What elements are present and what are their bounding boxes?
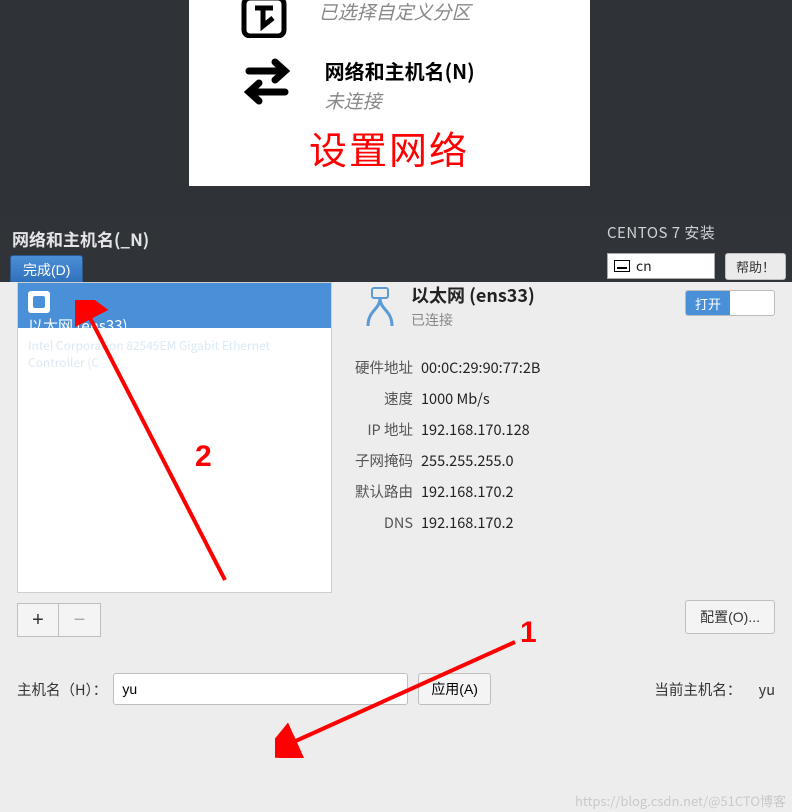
network-option-title: 网络和主机名(N) [325, 56, 475, 85]
top-dark-region: 已选择自定义分区 网络和主机名(N) 未连接 设置网络 [0, 0, 792, 214]
hostname-row: 主机名（H）： 应用(A) 当前主机名： yu [17, 673, 775, 705]
detail-column: 以太网 (ens33) 已连接 打开 硬件地址 00:0C:29:90:77:2B… [353, 282, 775, 543]
toggle-handle [730, 291, 774, 315]
hostname-label: 主机名（H）： [17, 679, 107, 700]
device-item-ens33[interactable]: 以太网 (ens33) Intel Corporation 82545EM Gi… [18, 283, 331, 328]
ethernet-port-icon [353, 286, 407, 335]
hw-addr-value: 00:0C:29:90:77:2B [421, 357, 540, 378]
keyboard-icon [614, 260, 630, 272]
gateway-value: 192.168.170.2 [421, 481, 514, 502]
network-info: 硬件地址 00:0C:29:90:77:2B 速度 1000 Mb/s IP 地址 1… [353, 357, 775, 533]
mask-value: 255.255.255.0 [421, 450, 514, 471]
device-column: 以太网 (ens33) Intel Corporation 82545EM Gi… [17, 282, 332, 637]
network-option[interactable]: 网络和主机名(N) 未连接 [239, 56, 475, 114]
device-name: 以太网 (ens33) [28, 315, 288, 336]
device-description: Intel Corporation 82545EM Gigabit Ethern… [28, 337, 288, 371]
connection-toggle[interactable]: 打开 [685, 290, 775, 316]
toggle-on-label: 打开 [686, 291, 730, 315]
partition-option[interactable]: 已选择自定义分区 [239, 0, 471, 43]
ethernet-card-icon [28, 291, 50, 313]
hostname-input[interactable] [113, 673, 408, 705]
summary-panel: 已选择自定义分区 网络和主机名(N) 未连接 设置网络 [189, 0, 590, 186]
current-hostname-value: yu [759, 679, 775, 700]
device-list[interactable]: 以太网 (ens33) Intel Corporation 82545EM Gi… [17, 282, 332, 593]
network-arrows-icon [239, 56, 303, 111]
connection-title: 以太网 (ens33) [411, 282, 535, 308]
watermark: https://blog.csdn.net/@51CTO博客 [575, 791, 786, 810]
annotation-caption: 设置网络 [309, 120, 469, 175]
hw-addr-label: 硬件地址 [353, 357, 413, 378]
speed-label: 速度 [353, 388, 413, 409]
main-content: 以太网 (ens33) Intel Corporation 82545EM Gi… [0, 282, 792, 812]
disk-icon [239, 0, 297, 43]
connection-status: 已连接 [411, 310, 535, 330]
add-device-button[interactable]: + [17, 603, 59, 637]
current-hostname-label: 当前主机名： [654, 679, 741, 700]
keyboard-layout-value: cn [636, 256, 652, 276]
network-option-status: 未连接 [325, 87, 475, 114]
installer-label: CENTOS 7 安装 [607, 222, 786, 243]
gateway-label: 默认路由 [353, 481, 413, 502]
help-button[interactable]: 帮助！ [725, 253, 786, 280]
device-add-remove: + − [17, 603, 332, 637]
page-header: 网络和主机名(_N) 完成(D) CENTOS 7 安装 cn 帮助！ [0, 214, 792, 282]
ip-label: IP 地址 [353, 419, 413, 440]
dns-value: 192.168.170.2 [421, 512, 514, 533]
partition-status: 已选择自定义分区 [319, 0, 471, 25]
dns-label: DNS [353, 512, 413, 533]
done-button[interactable]: 完成(D) [10, 255, 83, 285]
keyboard-layout-selector[interactable]: cn [607, 253, 715, 279]
speed-value: 1000 Mb/s [421, 388, 490, 409]
configure-button[interactable]: 配置(O)... [685, 600, 775, 634]
remove-device-button[interactable]: − [59, 603, 101, 637]
ip-value: 192.168.170.128 [421, 419, 530, 440]
mask-label: 子网掩码 [353, 450, 413, 471]
apply-button[interactable]: 应用(A) [418, 673, 491, 705]
